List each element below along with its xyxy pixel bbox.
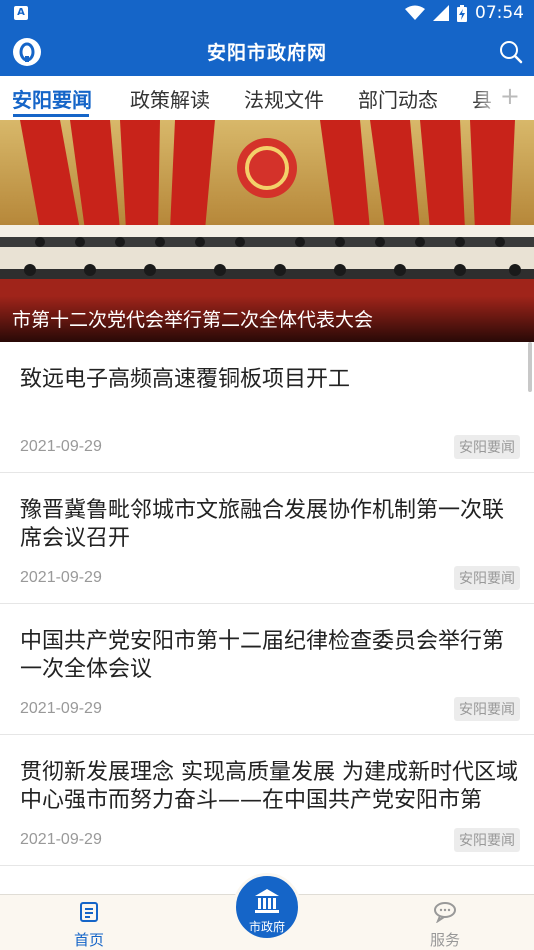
tab-department-news[interactable]: 部门动态 <box>358 84 438 113</box>
wifi-icon <box>405 5 425 20</box>
news-date: 2021-09-29 <box>20 569 102 586</box>
nav-service[interactable]: 服务 <box>416 901 474 950</box>
battery-icon <box>457 4 467 22</box>
news-tag: 安阳要闻 <box>454 697 520 721</box>
banner-caption-text: 市第十二次党代会举行第二次全体代表大会 <box>12 309 374 331</box>
tab-regulations[interactable]: 法规文件 <box>244 84 324 113</box>
chat-bubble-icon <box>434 902 456 924</box>
nav-city-government-label: 市政府 <box>248 920 285 934</box>
signal-icon <box>433 5 449 21</box>
news-title: 致远电子高频高速覆铜板项目开工 <box>20 367 351 392</box>
bottom-navigation: 首页 市政府 服务 <box>0 873 534 950</box>
tab-policy-interpretation[interactable]: 政策解读 <box>130 84 210 113</box>
news-list: 致远电子高频高速覆铜板项目开工 2021-09-29 安阳要闻 豫晋冀鲁毗邻城市… <box>0 342 534 894</box>
status-bar: A 07:54 <box>0 0 534 28</box>
nav-home-label: 首页 <box>73 931 104 949</box>
app-bar: 安阳市政府网 <box>0 28 534 76</box>
notification-app-icon: A <box>14 6 28 20</box>
add-tab-button[interactable]: + <box>500 82 520 110</box>
active-tab-indicator <box>13 114 89 117</box>
news-item[interactable]: 贯彻新发展理念 实现高质量发展 为建成新时代区域中心强市而努力奋斗——在中国共产… <box>0 735 534 866</box>
nav-home[interactable]: 首页 <box>60 901 118 950</box>
news-tag: 安阳要闻 <box>454 566 520 590</box>
news-item[interactable]: 豫晋冀鲁毗邻城市文旅融合发展协作机制第一次联席会议召开 2021-09-29 安… <box>0 473 534 604</box>
status-indicators: 07:54 <box>405 3 524 23</box>
search-icon <box>500 41 523 64</box>
news-title: 贯彻新发展理念 实现高质量发展 为建成新时代区域中心强市而努力奋斗——在中国共产… <box>20 760 518 813</box>
news-date: 2021-09-29 <box>20 438 102 455</box>
nav-city-government[interactable]: 市政府 <box>233 873 301 941</box>
news-title: 中国共产党安阳市第十二届纪律检查委员会举行第一次全体会议 <box>20 629 505 682</box>
banner-caption: 市第十二次党代会举行第二次全体代表大会 <box>0 296 534 342</box>
government-building-icon <box>255 889 279 913</box>
app-title: 安阳市政府网 <box>206 42 327 64</box>
tab-anyang-news[interactable]: 安阳要闻 <box>12 84 92 113</box>
news-title: 豫晋冀鲁毗邻城市文旅融合发展协作机制第一次联席会议召开 <box>20 498 505 551</box>
search-button[interactable] <box>498 39 524 65</box>
category-tabs: 安阳要闻 政策解读 法规文件 部门动态 县 + <box>0 76 534 120</box>
news-document-icon <box>80 902 98 922</box>
featured-banner[interactable]: 市第十二次党代会举行第二次全体代表大会 <box>0 120 534 342</box>
news-tag: 安阳要闻 <box>454 435 520 459</box>
news-item[interactable]: 致远电子高频高速覆铜板项目开工 2021-09-29 安阳要闻 <box>0 342 534 473</box>
nav-service-label: 服务 <box>429 931 460 949</box>
news-date: 2021-09-29 <box>20 831 102 848</box>
news-item[interactable]: 中国共产党安阳市第十二届纪律检查委员会举行第一次全体会议 2021-09-29 … <box>0 604 534 735</box>
news-date: 2021-09-29 <box>20 700 102 717</box>
news-tag: 安阳要闻 <box>454 828 520 852</box>
status-time: 07:54 <box>475 3 524 23</box>
